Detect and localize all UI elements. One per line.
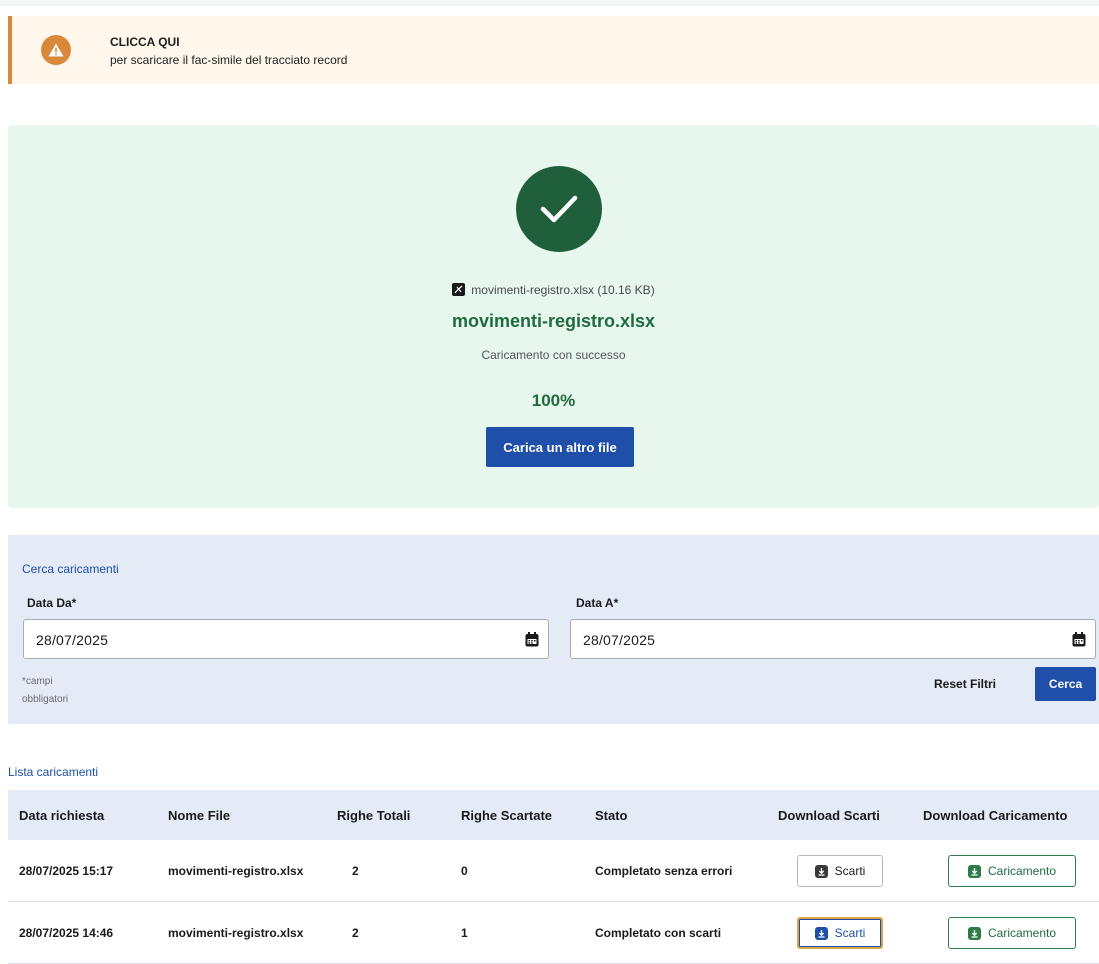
download-caricamento-button[interactable]: Caricamento — [948, 855, 1076, 887]
upload-success-panel: movimenti-registro.xlsx (10.16 KB) movim… — [8, 125, 1099, 508]
download-icon — [814, 926, 828, 940]
column-header: Righe Scartate — [461, 808, 553, 823]
download-scarti-button[interactable]: Scarti — [797, 917, 883, 949]
pdf-file-icon — [452, 283, 466, 299]
uploaded-file-name: movimenti-registro.xlsx — [451, 311, 656, 331]
required-fields-note: *campi obbligatori — [22, 673, 68, 709]
column-header: Data richiesta — [19, 808, 105, 823]
date-from-input[interactable]: 28/07/2025 — [23, 619, 549, 659]
required-note-line1: *campi — [22, 676, 53, 687]
search-button[interactable]: Cerca — [1035, 667, 1096, 701]
column-header: Nome File — [168, 808, 231, 823]
top-strip — [0, 0, 1099, 6]
warning-triangle-icon — [41, 35, 71, 65]
download-caricamento-label: Caricamento — [987, 864, 1057, 878]
alert-text: per scaricare il fac-simile del tracciat… — [110, 53, 348, 67]
table-header: Data richiesta Nome File Righe Totali Ri… — [8, 790, 1099, 840]
date-to-input[interactable]: 28/07/2025 — [570, 619, 1096, 659]
column-header: Stato — [595, 808, 628, 823]
download-icon — [967, 864, 981, 878]
download-template-alert[interactable]: CLICCA QUI per scaricare il fac-simile d… — [8, 16, 1099, 84]
upload-another-file-button[interactable]: Carica un altro file — [486, 427, 634, 467]
cell-total: 2 — [352, 864, 359, 878]
column-header: Righe Totali — [337, 808, 411, 823]
table-row: 28/07/2025 15:17 movimenti-registro.xlsx… — [8, 840, 1099, 902]
column-header: Download Scarti — [778, 808, 880, 823]
cell-date: 28/07/2025 15:17 — [19, 864, 114, 878]
cell-date: 28/07/2025 14:46 — [19, 926, 114, 940]
download-icon — [967, 926, 981, 940]
cell-discarded: 0 — [461, 864, 468, 878]
file-meta: movimenti-registro.xlsx (10.16 KB) — [8, 283, 1099, 299]
date-from-label: Data Da* — [27, 596, 77, 610]
alert-title[interactable]: CLICCA QUI — [110, 35, 180, 49]
table-row: 28/07/2025 14:46 movimenti-registro.xlsx… — [8, 902, 1099, 964]
search-panel-title: Cerca caricamenti — [22, 562, 119, 576]
date-to-value: 28/07/2025 — [583, 632, 656, 648]
cell-total: 2 — [352, 926, 359, 940]
check-circle-icon — [516, 166, 602, 252]
calendar-icon[interactable] — [1072, 632, 1086, 652]
upload-progress-percent: 100% — [531, 391, 576, 410]
file-meta-text: movimenti-registro.xlsx (10.16 KB) — [471, 283, 655, 297]
download-caricamento-button[interactable]: Caricamento — [948, 917, 1076, 949]
cell-state: Completato con scarti — [595, 926, 722, 940]
download-scarti-label: Scarti — [834, 926, 866, 940]
download-caricamento-label: Caricamento — [987, 926, 1057, 940]
download-scarti-button[interactable]: Scarti — [797, 855, 883, 887]
cell-discarded: 1 — [461, 926, 468, 940]
search-panel: Cerca caricamenti Data Da* 28/07/2025 Da… — [8, 535, 1099, 724]
date-from-value: 28/07/2025 — [36, 632, 109, 648]
column-header: Download Caricamento — [923, 808, 1068, 823]
upload-status: Caricamento con successo — [481, 348, 626, 362]
calendar-icon[interactable] — [525, 632, 539, 652]
download-icon — [814, 864, 828, 878]
cell-state: Completato senza errori — [595, 864, 733, 878]
required-note-line2: obbligatori — [22, 694, 69, 705]
date-to-label: Data A* — [576, 596, 619, 610]
cell-file: movimenti-registro.xlsx — [168, 864, 304, 878]
reset-filters-button[interactable]: Reset Filtri — [934, 677, 996, 691]
list-title: Lista caricamenti — [8, 765, 99, 779]
download-scarti-label: Scarti — [834, 864, 866, 878]
cell-file: movimenti-registro.xlsx — [168, 926, 304, 940]
